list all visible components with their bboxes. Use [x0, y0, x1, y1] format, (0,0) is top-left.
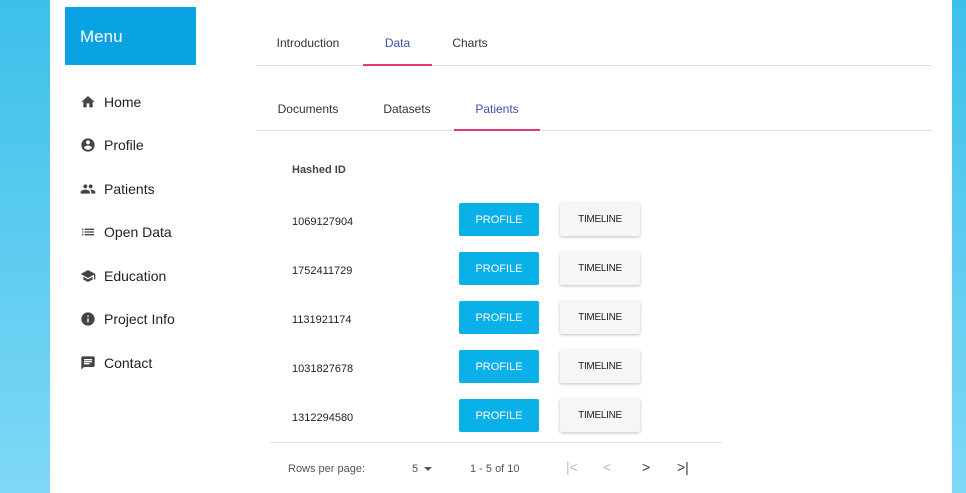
table-row: 1131921174 PROFILE TIMELINE [292, 301, 722, 341]
school-icon [80, 269, 96, 282]
tab-label: Charts [452, 36, 488, 50]
profile-button[interactable]: PROFILE [459, 252, 539, 285]
sidebar-item-profile[interactable]: Profile [80, 124, 230, 168]
sidebar-item-label: Profile [104, 137, 144, 154]
timeline-button[interactable]: TIMELINE [560, 252, 640, 285]
home-icon [81, 95, 95, 108]
chat-icon [81, 356, 95, 370]
main-panel: Menu Home Profile Patients Open Data Edu… [50, 0, 952, 493]
people-icon [80, 184, 96, 194]
hashed-id-cell: 1069127904 [292, 216, 354, 228]
profile-button[interactable]: PROFILE [459, 350, 539, 383]
tab-label: Documents [277, 102, 339, 116]
list-icon [82, 228, 94, 236]
hashed-id-cell: 1312294580 [292, 412, 354, 424]
tab-label: Datasets [383, 102, 431, 116]
table-row: 1312294580 PROFILE TIMELINE [292, 399, 722, 439]
column-header-hashed-id: Hashed ID [292, 164, 346, 176]
last-page-button[interactable]: >| [677, 459, 689, 475]
menu-title: Menu [80, 27, 123, 46]
sidebar-item-label: Patients [104, 180, 155, 197]
hashed-id-cell: 1031827678 [292, 363, 354, 375]
sidebar-item-open-data[interactable]: Open Data [80, 211, 230, 255]
profile-button[interactable]: PROFILE [459, 203, 539, 236]
info-icon [81, 312, 95, 326]
hashed-id-cell: 1131921174 [292, 314, 352, 326]
rows-per-page-select[interactable]: 5 [412, 463, 433, 475]
sidebar-item-label: Education [104, 267, 167, 284]
rows-per-page-value: 5 [412, 463, 419, 475]
tab-patients[interactable]: Patients [454, 94, 540, 131]
tab-data[interactable]: Data [363, 28, 432, 66]
sidebar-item-label: Open Data [104, 224, 172, 241]
account-circle-icon [81, 138, 95, 152]
dropdown-arrow-icon [424, 467, 433, 472]
table-row: 1031827678 PROFILE TIMELINE [292, 350, 722, 390]
sidebar-item-contact[interactable]: Contact [80, 341, 230, 385]
sidebar-item-label: Project Info [104, 311, 175, 328]
sidebar-item-education[interactable]: Education [80, 254, 230, 298]
timeline-button[interactable]: TIMELINE [560, 301, 640, 334]
menu-header: Menu [65, 7, 196, 65]
timeline-button[interactable]: TIMELINE [560, 399, 640, 432]
tab-documents[interactable]: Documents [256, 94, 360, 130]
sidebar-item-label: Home [104, 93, 142, 110]
tab-label: Introduction [276, 36, 340, 50]
first-page-button[interactable]: |< [566, 459, 578, 475]
top-tab-bar: Introduction Data Charts [256, 28, 932, 66]
next-page-button[interactable]: > [642, 459, 650, 475]
tab-charts[interactable]: Charts [438, 28, 502, 65]
sidebar-item-label: Contact [104, 354, 153, 371]
hashed-id-cell: 1752411729 [292, 265, 353, 277]
tab-label: Data [384, 36, 411, 50]
tab-datasets[interactable]: Datasets [367, 94, 447, 130]
previous-page-button[interactable]: < [603, 459, 611, 475]
timeline-button[interactable]: TIMELINE [560, 350, 640, 383]
sidebar-item-home[interactable]: Home [80, 80, 230, 124]
sub-tab-bar: Documents Datasets Patients [256, 94, 932, 131]
table-row: 1752411729 PROFILE TIMELINE [292, 252, 722, 292]
sidebar-item-patients[interactable]: Patients [80, 167, 230, 211]
timeline-button[interactable]: TIMELINE [560, 203, 640, 236]
profile-button[interactable]: PROFILE [459, 301, 539, 334]
sidebar-nav: Home Profile Patients Open Data Educatio… [80, 80, 230, 385]
tab-introduction[interactable]: Introduction [256, 28, 360, 65]
rows-per-page-label: Rows per page: [288, 463, 366, 475]
table-row: 1069127904 PROFILE TIMELINE [292, 203, 722, 243]
table-pagination: Rows per page: 5 1 - 5 of 10 |< < > >| [270, 442, 722, 482]
profile-button[interactable]: PROFILE [459, 399, 539, 432]
tab-label: Patients [475, 102, 519, 116]
sidebar-item-project-info[interactable]: Project Info [80, 298, 230, 342]
page-range: 1 - 5 of 10 [470, 463, 520, 475]
